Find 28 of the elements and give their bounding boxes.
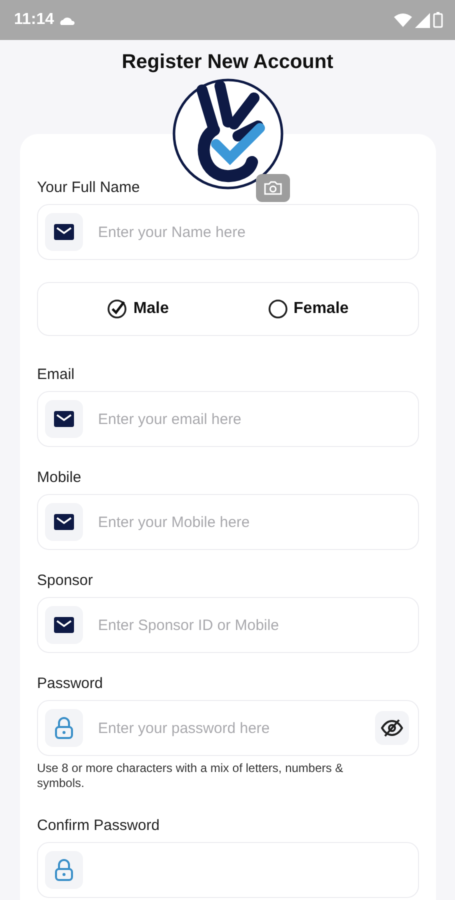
password-hint: Use 8 or more characters with a mix of letters, numbers & symbols.: [37, 761, 344, 791]
input-field[interactable]: Enter your Name here: [37, 204, 419, 260]
field-label: Sponsor: [37, 572, 93, 589]
page-title: Register New Account: [120, 51, 334, 74]
field-label: Mobile: [37, 469, 82, 486]
envelope-icon: [54, 411, 74, 427]
lock-icon: [55, 859, 73, 881]
eye-off-icon[interactable]: [375, 711, 409, 745]
cloud-icon: [59, 16, 76, 24]
camera-icon[interactable]: [256, 174, 290, 202]
gender-option[interactable]: Male: [107, 299, 169, 319]
envelope-icon: [54, 224, 74, 240]
battery-icon: [433, 12, 443, 28]
signal-icon: [415, 12, 430, 28]
envelope-icon: [54, 514, 74, 530]
envelope-icon: [54, 617, 74, 633]
input-field[interactable]: Enter your email here: [37, 391, 419, 447]
input-field[interactable]: [37, 842, 419, 898]
lock-icon: [55, 717, 73, 739]
input-field[interactable]: Enter Sponsor ID or Mobile: [37, 597, 419, 653]
wifi-icon: [394, 13, 412, 27]
field-label: Your Full Name: [37, 179, 140, 196]
field-label: Password: [37, 675, 103, 692]
status-time: 11:14: [14, 11, 54, 29]
input-field[interactable]: Enter your Mobile here: [37, 494, 419, 550]
field-label: Confirm Password: [37, 817, 160, 834]
gender-option[interactable]: Female: [268, 299, 349, 319]
field-label: Email: [37, 366, 75, 383]
